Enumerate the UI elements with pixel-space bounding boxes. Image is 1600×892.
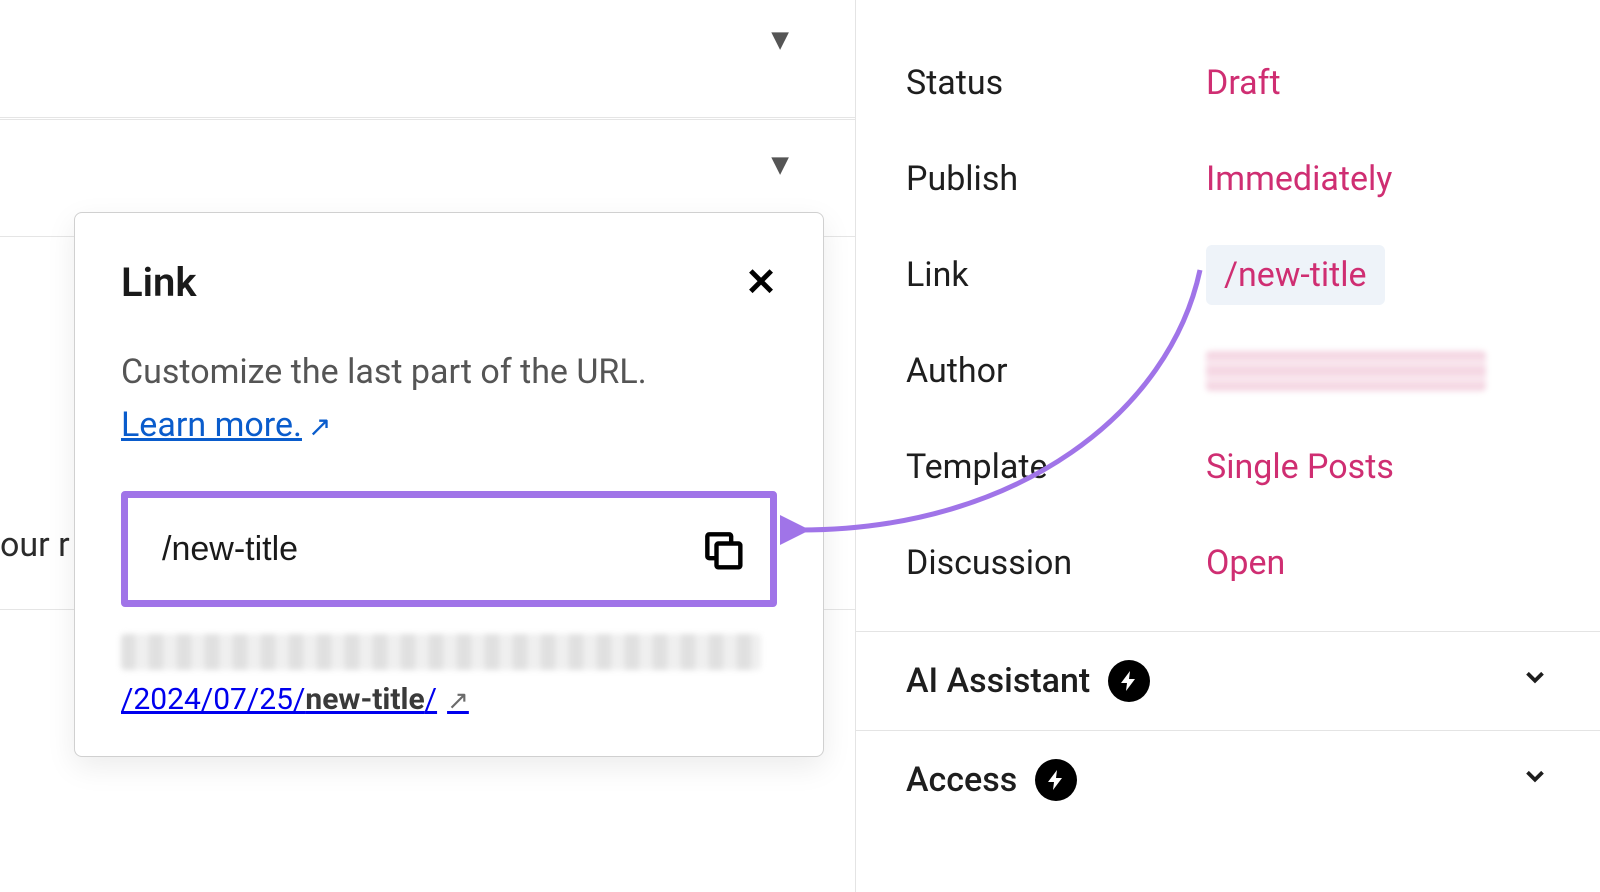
- learn-more-text: Learn more.: [121, 405, 302, 445]
- close-button[interactable]: ✕: [745, 264, 777, 302]
- popover-description: Customize the last part of the URL. Lear…: [121, 346, 777, 451]
- bolt-icon: [1108, 660, 1150, 702]
- popover-description-text: Customize the last part of the URL.: [121, 352, 647, 392]
- panel-title: AI Assistant: [906, 661, 1090, 701]
- popover-title: Link: [121, 259, 196, 306]
- chevron-down-icon: ▼: [765, 148, 795, 183]
- summary-row-publish[interactable]: Publish Immediately: [906, 131, 1550, 227]
- summary-value: /new-title: [1206, 245, 1385, 305]
- permalink-suffix: /: [425, 682, 437, 717]
- editor-partial-text: our r: [0, 525, 70, 565]
- summary-row-template[interactable]: Template Single Posts: [906, 419, 1550, 515]
- summary-row-discussion[interactable]: Discussion Open: [906, 515, 1550, 611]
- editor-block-row[interactable]: ▼: [0, 0, 855, 118]
- permalink-prefix: /2024/07/25/: [121, 682, 305, 717]
- copy-button[interactable]: [700, 527, 744, 571]
- summary-value: Immediately: [1206, 159, 1392, 199]
- copy-icon: [700, 527, 744, 571]
- summary-label: Author: [906, 351, 1206, 391]
- external-link-icon: ↗: [447, 686, 469, 716]
- summary-row-link[interactable]: Link /new-title: [906, 227, 1550, 323]
- summary-row-status[interactable]: Status Draft: [906, 35, 1550, 131]
- close-icon: ✕: [745, 261, 777, 305]
- panel-access[interactable]: Access: [856, 730, 1600, 829]
- link-popover: Link ✕ Customize the last part of the UR…: [74, 212, 824, 757]
- learn-more-link[interactable]: Learn more.: [121, 405, 302, 445]
- bolt-icon: [1035, 759, 1077, 801]
- summary-label: Publish: [906, 159, 1206, 199]
- summary-value: Open: [1206, 543, 1285, 583]
- slug-input[interactable]: [162, 530, 628, 569]
- chevron-down-icon: [1520, 761, 1550, 799]
- summary-label: Link: [906, 255, 1206, 295]
- permalink-link[interactable]: /2024/07/25/new-title/ ↗: [121, 682, 777, 717]
- panel-title: Access: [906, 760, 1017, 800]
- slug-input-wrapper: [121, 491, 777, 607]
- author-redacted: [1206, 351, 1486, 391]
- permalink-slug: new-title: [305, 682, 424, 717]
- chevron-down-icon: ▼: [765, 23, 795, 58]
- post-summary-panel: Status Draft Publish Immediately Link /n…: [856, 0, 1600, 631]
- summary-label: Status: [906, 63, 1206, 103]
- post-settings-sidebar: Status Draft Publish Immediately Link /n…: [855, 0, 1600, 892]
- summary-value: Single Posts: [1206, 447, 1394, 487]
- external-link-icon: ↗: [308, 405, 331, 448]
- chevron-down-icon: [1520, 662, 1550, 700]
- url-domain-redacted: [121, 634, 761, 670]
- summary-value: Draft: [1206, 63, 1281, 103]
- summary-label: Discussion: [906, 543, 1206, 583]
- full-url-preview: /2024/07/25/new-title/ ↗: [121, 633, 777, 717]
- panel-ai-assistant[interactable]: AI Assistant: [856, 631, 1600, 730]
- summary-label: Template: [906, 447, 1206, 487]
- summary-row-author[interactable]: Author: [906, 323, 1550, 419]
